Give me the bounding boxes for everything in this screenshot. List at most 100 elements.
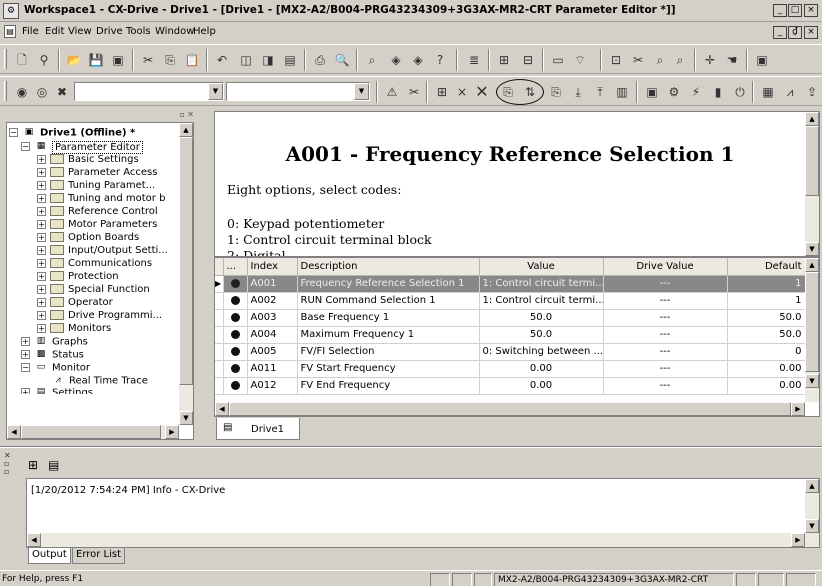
tree-item[interactable]: + Tuning and motor b <box>37 193 165 205</box>
settings-icon[interactable]: ⚙ <box>664 82 684 102</box>
save-icon[interactable]: 💾 <box>86 50 106 70</box>
cell-value[interactable]: 1: Control circuit termi... <box>479 292 604 310</box>
tree-real-time-trace[interactable]: ⩘ Real Time Trace <box>51 375 147 387</box>
cell-description[interactable]: Frequency Reference Selection 1 <box>297 275 480 293</box>
online-icon[interactable]: ◉ <box>12 82 32 102</box>
scroll-down-icon[interactable]: ▼ <box>179 411 193 425</box>
table-row[interactable]: A002 RUN Command Selection 1 1: Control … <box>215 292 806 310</box>
cell-description[interactable]: Base Frequency 1 <box>297 309 480 327</box>
expand-icon[interactable]: + <box>37 297 46 307</box>
cell-index[interactable]: A002 <box>247 292 298 310</box>
copy-icon[interactable]: ⎘ <box>160 50 180 70</box>
expand-icon[interactable]: + <box>37 284 46 294</box>
warning-icon[interactable]: ⚠ <box>382 82 402 102</box>
download-icon[interactable]: ⤓ <box>568 82 588 102</box>
panel-close-icon[interactable]: ✕ ▫ ▫ <box>4 452 18 476</box>
menu-file[interactable]: File <box>22 26 39 37</box>
tree-status[interactable]: + ▩ Status <box>21 349 84 361</box>
cell-default[interactable]: 0 <box>727 343 806 361</box>
parameter-select[interactable]: ▼ <box>226 82 370 101</box>
scroll-up-icon[interactable]: ▲ <box>805 258 819 272</box>
tree-item[interactable]: + Input/Output Setti... <box>37 245 168 257</box>
memory-icon[interactable]: ▣ <box>642 82 662 102</box>
expand-icon[interactable]: + <box>37 154 46 164</box>
table-row[interactable]: A011 FV Start Frequency 0.00 --- 0.00 <box>215 360 806 378</box>
maximize-button[interactable]: □ <box>788 4 802 17</box>
chart-icon[interactable]: ▥ <box>612 82 632 102</box>
cell-default[interactable]: 1 <box>727 275 806 293</box>
expand-icon[interactable]: + <box>37 323 46 333</box>
menu-window[interactable]: Window <box>155 26 194 37</box>
cell-index[interactable]: A003 <box>247 309 298 327</box>
paste-icon[interactable]: 📋 <box>182 50 202 70</box>
cell-default[interactable]: 1 <box>727 292 806 310</box>
child-restore-button[interactable]: ₫ <box>788 26 802 39</box>
open-icon[interactable]: 📂 <box>64 50 84 70</box>
output-clear-icon[interactable]: ▤ <box>48 458 59 472</box>
trend-icon[interactable]: ⩘ <box>780 82 800 102</box>
cell-index[interactable]: A004 <box>247 326 298 344</box>
tree-item[interactable]: + Communications <box>37 258 152 270</box>
menu-drive[interactable]: Drive <box>96 26 123 37</box>
scroll-down-icon[interactable]: ▼ <box>805 242 819 256</box>
collapse-icon[interactable]: − <box>21 363 30 372</box>
expand-icon[interactable]: + <box>37 258 46 268</box>
scroll-left-icon[interactable]: ◀ <box>7 425 21 439</box>
cell-value[interactable]: 0.00 <box>479 360 604 378</box>
export-icon[interactable]: ⇪ <box>802 82 822 102</box>
tree-item[interactable]: + Reference Control <box>37 206 158 218</box>
col-header-drive-value[interactable]: Drive Value <box>603 258 728 276</box>
cell-index[interactable]: A005 <box>247 343 298 361</box>
table-row[interactable]: ▶ A001 Frequency Reference Selection 1 1… <box>215 275 806 293</box>
screen-icon[interactable]: ▣ <box>752 50 772 70</box>
output-toolbar-icon[interactable]: ⊞ <box>28 458 38 472</box>
tree-item[interactable]: + Motor Parameters <box>37 219 157 231</box>
upload-icon[interactable]: ⤒ <box>590 82 610 102</box>
cut-icon[interactable]: ✂ <box>138 50 158 70</box>
drive-icon[interactable]: ◎ <box>32 82 52 102</box>
output-vscroll[interactable]: ▲ ▼ <box>805 479 819 547</box>
list-icon[interactable]: ≣ <box>464 50 484 70</box>
cell-default[interactable]: 0.00 <box>727 360 806 378</box>
tree-parameter-editor[interactable]: − ▦ Parameter Editor <box>21 140 143 154</box>
scroll-thumb[interactable] <box>21 425 161 439</box>
ladder-icon[interactable]: ⊞ <box>494 50 514 70</box>
expand-icon[interactable]: + <box>21 350 30 359</box>
delete-icon[interactable]: ✖ <box>52 82 72 102</box>
expand-icon[interactable]: + <box>37 206 46 216</box>
tree-monitor[interactable]: − ▭ Monitor <box>21 362 90 374</box>
tree-item[interactable]: + Option Boards <box>37 232 139 244</box>
expand-icon[interactable]: + <box>21 388 30 394</box>
cell-drive-value[interactable]: --- <box>603 309 728 327</box>
ladder-b-icon[interactable]: ⊟ <box>518 50 538 70</box>
select-icon[interactable]: ⊡ <box>606 50 626 70</box>
grid-icon[interactable]: ⊞ <box>432 82 452 102</box>
cell-index[interactable]: A011 <box>247 360 298 378</box>
scroll-down-icon[interactable]: ▼ <box>805 374 819 388</box>
cell-default[interactable]: 50.0 <box>727 309 806 327</box>
cell-drive-value[interactable]: --- <box>603 377 728 395</box>
cell-drive-value[interactable]: --- <box>603 275 728 293</box>
minimize-button[interactable]: _ <box>773 4 787 17</box>
tree-item[interactable]: + Special Function <box>37 284 150 296</box>
power-icon[interactable]: ⏻ <box>730 82 750 102</box>
menu-help[interactable]: Help <box>193 26 216 37</box>
save-all-icon[interactable]: ▣ <box>108 50 128 70</box>
scroll-down-icon[interactable]: ▼ <box>805 519 819 533</box>
tool-b-icon[interactable]: ◈ <box>408 50 428 70</box>
hand-icon[interactable]: ☚ <box>722 50 742 70</box>
scroll-right-icon[interactable]: ▶ <box>791 402 805 416</box>
tree-item[interactable]: + Protection <box>37 271 119 283</box>
crosshair-icon[interactable]: ✛ <box>700 50 720 70</box>
expand-icon[interactable]: + <box>37 310 46 320</box>
scroll-left-icon[interactable]: ◀ <box>27 533 41 547</box>
col-header-default[interactable]: Default <box>727 258 806 276</box>
chevron-down-icon[interactable]: ▼ <box>354 83 369 100</box>
app-icon[interactable]: ⚙ <box>3 3 19 19</box>
col-header-more[interactable]: ... <box>223 258 248 276</box>
cell-value[interactable]: 0.00 <box>479 377 604 395</box>
scroll-up-icon[interactable]: ▲ <box>179 123 193 137</box>
tree-graphs[interactable]: + ▥ Graphs <box>21 336 88 348</box>
description-vscroll[interactable]: ▲ ▼ <box>805 112 819 256</box>
col-header-index[interactable]: Index <box>247 258 298 276</box>
